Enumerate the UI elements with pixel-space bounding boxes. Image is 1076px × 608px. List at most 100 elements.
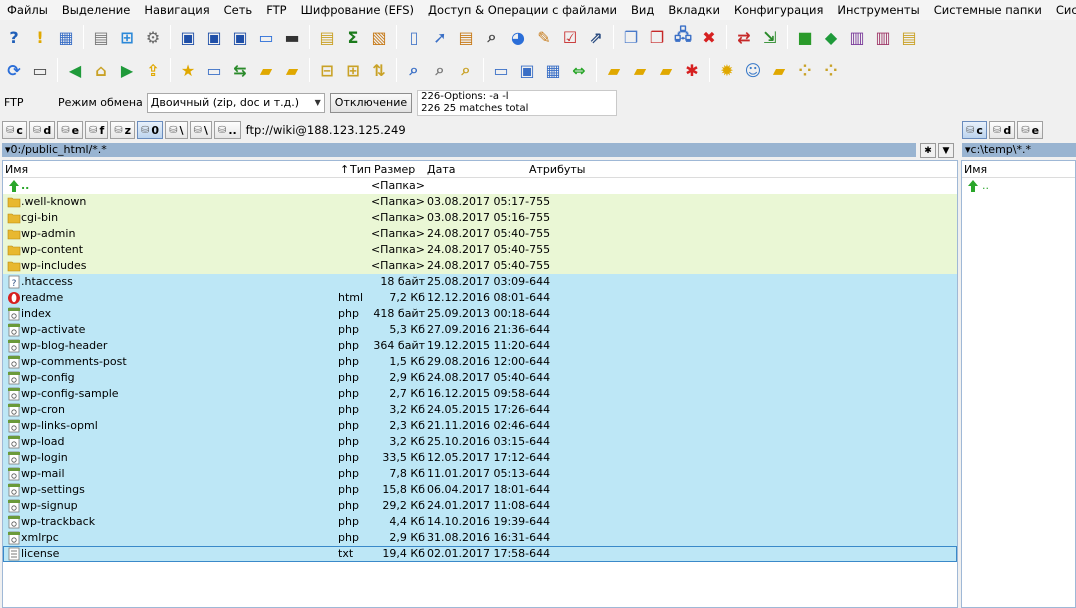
table-row[interactable]: wp-cron php 3,2 Кб 24.05.2015 17:26-644 — [3, 402, 957, 418]
find-icon[interactable]: ⌕ — [428, 58, 452, 82]
forward-icon[interactable]: ▶ — [115, 58, 139, 82]
apps-icon[interactable]: ⁘ — [819, 58, 843, 82]
drive-button[interactable]: ⛁ c — [962, 121, 987, 139]
folder-link-icon[interactable]: ▰ — [654, 58, 678, 82]
window-single-icon[interactable]: ▣ — [515, 58, 539, 82]
windows-icon[interactable]: ⊞ — [115, 25, 139, 49]
drive-button[interactable]: ⛁.. — [213, 121, 241, 139]
checklist-icon[interactable]: ☑ — [558, 25, 582, 49]
open-folder-icon[interactable]: ▰ — [254, 58, 278, 82]
help-icon[interactable]: ? — [2, 25, 26, 49]
table-row[interactable]: .. — [962, 178, 1075, 194]
terminal-icon[interactable]: ▬ — [280, 25, 304, 49]
folder-warning-icon[interactable]: ▰ — [628, 58, 652, 82]
menu-item[interactable]: Вид — [624, 0, 661, 20]
monitor-icon[interactable]: ▭ — [202, 58, 226, 82]
table-row[interactable]: .well-known <Папка> 03.08.2017 05:17-755 — [3, 194, 957, 210]
drive-button[interactable]: ⛁ \ — [189, 121, 212, 139]
certificate-icon[interactable]: ▧ — [367, 25, 391, 49]
clipboard-icon[interactable]: ▤ — [315, 25, 339, 49]
drive-button[interactable]: ⛁ z — [110, 121, 136, 139]
table-row[interactable]: wp-blog-header php 364 байт 19.12.2015 11:2… — [3, 338, 957, 354]
table-row[interactable]: ? .htaccess 18 байт 25.08.2017 03:09-644 — [3, 274, 957, 290]
compare-icon[interactable]: ⇅ — [367, 58, 391, 82]
menu-item[interactable]: Конфигурация — [727, 0, 830, 20]
filter-icon[interactable]: ⌕ — [454, 58, 478, 82]
menu-item[interactable]: Инструменты — [830, 0, 926, 20]
folder-arrow-icon[interactable]: ▰ — [602, 58, 626, 82]
table-row[interactable]: xmlrpc php 2,9 Кб 31.08.2016 16:31-644 — [3, 530, 957, 546]
magnifier-icon[interactable]: ⌕ — [402, 58, 426, 82]
chart-icon[interactable]: ◕ — [506, 25, 530, 49]
blocks-icon[interactable]: ■ — [793, 25, 817, 49]
archive-icon[interactable]: ▥ — [871, 25, 895, 49]
users-icon[interactable]: ☺ — [741, 58, 765, 82]
transfer-icon[interactable]: ⇆ — [228, 58, 252, 82]
folder-icon[interactable]: ▰ — [280, 58, 304, 82]
home-icon[interactable]: ⌂ — [89, 58, 113, 82]
table-row[interactable]: wp-config-sample php 2,7 Кб 16.12.2015 09:5… — [3, 386, 957, 402]
cube-icon[interactable]: ◆ — [819, 25, 843, 49]
table-row[interactable]: wp-admin <Папка> 24.08.2017 05:40-755 — [3, 226, 957, 242]
left-file-panel[interactable]: Имя ↑ Тип Размер Дата Атрибуты .. <Папка>… — [2, 160, 958, 608]
window-split-icon[interactable]: ▭ — [489, 58, 513, 82]
left-panel-path[interactable]: ▾0:/public_html/*.* — [2, 143, 916, 157]
star-icon[interactable]: ✱ — [920, 143, 936, 158]
copy-icon[interactable]: ❐ — [619, 25, 643, 49]
menu-item[interactable]: Файлы — [0, 0, 55, 20]
table-row[interactable]: wp-trackback php 4,4 Кб 14.10.2016 19:39-64… — [3, 514, 957, 530]
sync-icon[interactable]: ⇔ — [567, 58, 591, 82]
table-row[interactable]: wp-settings php 15,8 Кб 06.04.2017 18:01-64… — [3, 482, 957, 498]
delete-icon[interactable]: ✖ — [697, 25, 721, 49]
menu-item[interactable]: Доступ & Операции с файлами — [421, 0, 624, 20]
drive-button[interactable]: ⛁ c — [2, 121, 27, 139]
menu-item[interactable]: Системные папки — [927, 0, 1049, 20]
books-icon[interactable]: ▥ — [845, 25, 869, 49]
save-as-icon[interactable]: ▣ — [202, 25, 226, 49]
export-icon[interactable]: ⇲ — [758, 25, 782, 49]
menu-item[interactable]: Шифрование (EFS) — [294, 0, 421, 20]
folders-icon[interactable]: ▰ — [767, 58, 791, 82]
column-size[interactable]: Размер — [374, 163, 415, 176]
calendar-icon[interactable]: ▦ — [54, 25, 78, 49]
back-icon[interactable]: ◀ — [63, 58, 87, 82]
new-icon[interactable]: ✹ — [715, 58, 739, 82]
units-icon[interactable]: ⁘ — [793, 58, 817, 82]
drive-icon[interactable]: ▭ — [28, 58, 52, 82]
menu-item[interactable]: Навигация — [137, 0, 216, 20]
upload-icon[interactable]: ⇪ — [141, 58, 165, 82]
right-file-panel[interactable]: Имя .. — [961, 160, 1076, 608]
column-name[interactable]: Имя — [5, 163, 28, 176]
window-icon[interactable]: ▭ — [254, 25, 278, 49]
sum-icon[interactable]: Σ — [341, 25, 365, 49]
drive-button[interactable]: ⛁ 0 — [137, 121, 164, 139]
table-row[interactable]: license txt 19,4 Кб 02.01.2017 17:58-644 — [3, 546, 957, 562]
table-row[interactable]: readme html 7,2 Кб 12.12.2016 08:01-644 — [3, 290, 957, 306]
table-row[interactable]: wp-links-opml php 2,3 Кб 21.11.2016 02:46-6… — [3, 418, 957, 434]
menu-item[interactable]: Системные диски — [1049, 0, 1076, 20]
drive-button[interactable]: ⛁ \ — [165, 121, 188, 139]
notebook-icon[interactable]: ▤ — [897, 25, 921, 49]
column-name[interactable]: Имя — [964, 163, 987, 176]
table-row[interactable]: wp-load php 3,2 Кб 25.10.2016 03:15-644 — [3, 434, 957, 450]
tools-icon[interactable]: ✎ — [532, 25, 556, 49]
calculator-icon[interactable]: ▤ — [89, 25, 113, 49]
column-attributes[interactable]: Атрибуты — [529, 163, 585, 176]
transfer-mode-select[interactable]: Двоичный (zip, doc и т.д.) ▼ — [146, 92, 325, 113]
drive-button[interactable]: ⛁ e — [1017, 121, 1044, 139]
menu-item[interactable]: Вкладки — [661, 0, 727, 20]
table-row[interactable]: wp-login php 33,5 Кб 12.05.2017 17:12-644 — [3, 450, 957, 466]
table-row[interactable]: wp-config php 2,9 Кб 24.08.2017 05:40-644 — [3, 370, 957, 386]
menu-item[interactable]: FTP — [259, 0, 293, 20]
chevron-down-icon[interactable]: ▼ — [938, 143, 954, 158]
warning-icon[interactable]: ! — [28, 25, 52, 49]
tree-icon[interactable]: ⊟ — [315, 58, 339, 82]
table-row[interactable]: .. <Папка> — [3, 178, 957, 194]
drive-button[interactable]: ⛁ d — [988, 121, 1016, 139]
drive-button[interactable]: ⛁ e — [57, 121, 84, 139]
right-panel-path[interactable]: ▾c:\temp\*.* — [962, 143, 1076, 157]
menu-item[interactable]: Сеть — [217, 0, 260, 20]
column-date[interactable]: Дата — [427, 163, 455, 176]
column-type[interactable]: Тип — [350, 163, 371, 176]
refresh-icon[interactable]: ⟳ — [2, 58, 26, 82]
